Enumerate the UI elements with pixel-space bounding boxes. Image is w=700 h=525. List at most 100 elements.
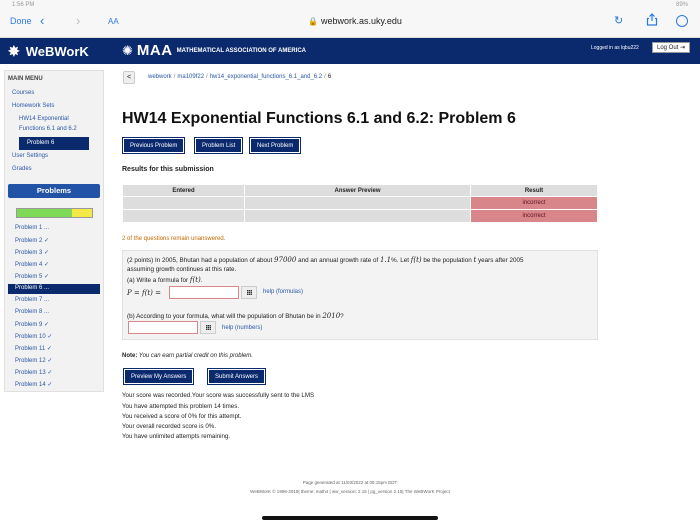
results-table: Entered Answer Preview Result incorrect … [122,184,598,223]
problem-list-item[interactable]: Problem 4 ✓ [15,261,49,268]
text-segment: . [200,277,203,284]
share-icon[interactable] [646,13,658,26]
result-cell: incorrect [470,196,598,210]
part-a-prompt: (a) Write a formula for f(t). [127,276,203,284]
page-title: HW14 Exponential Functions 6.1 and 6.2: … [122,110,516,127]
problem-list-item[interactable]: Problem 14 ✓ [15,381,52,388]
result-cell: incorrect [470,209,598,223]
logout-label: Log Out [657,45,679,51]
text-segment: years after 2005 [476,257,524,264]
note-label: Note: [122,353,138,359]
year-value: 2010 [322,312,341,320]
sidebar-item-hw14-line1[interactable]: HW14 Exponential [19,116,69,122]
footer-credits: WeBWorK © 1996-2019| theme: math4 | ww_v… [250,489,450,494]
problem-list-item[interactable]: Problem 7 ... [15,297,49,303]
breadcrumb-current: 6 [327,74,332,80]
done-button[interactable]: Done [10,16,32,26]
problem-list-active[interactable]: Problem 6 ... [8,284,100,294]
text-segment: be the population [421,257,474,264]
problem-list-item[interactable]: Problem 5 ✓ [15,273,49,280]
text-segment: %. Let [391,257,411,264]
answer-input-b[interactable] [128,321,198,334]
help-numbers-link[interactable]: help (numbers) [222,325,262,331]
back-arrow-icon[interactable]: ‹ [40,13,44,28]
maa-subtitle: MATHEMATICAL ASSOCIATION OF AMERICA [176,47,307,54]
preview-cell [244,209,471,223]
equation-editor-icon[interactable] [241,286,257,299]
progress-attempted [72,209,92,217]
text-size-button[interactable]: AA [108,17,119,26]
maa-logo[interactable]: ✺ MAA MATHEMATICAL ASSOCIATION OF AMERICA [122,42,306,59]
problem-list-item[interactable]: Problem 12 ✓ [15,357,52,364]
logout-icon: ⇥ [680,45,686,51]
problem-list-active-label: Problem 6 ... [15,285,50,291]
table-row: incorrect [122,209,598,223]
problem-list-item[interactable]: Problem 11 ✓ [15,345,52,352]
url-text: webwork.as.uky.edu [320,16,402,26]
remaining-attempts-message: You have unlimited attempts remaining. [122,433,231,440]
problem-list-item[interactable]: Problem 2 ✓ [15,237,49,244]
breadcrumb-back-button[interactable]: < [123,71,135,84]
entered-cell [122,196,245,210]
status-battery: 89% [675,2,688,8]
problems-header: Problems [8,184,100,198]
rate-value: 1.1 [380,256,392,264]
text-segment: (b) According to your formula, what will… [127,313,323,320]
problem-list-item[interactable]: Problem 3 ✓ [15,249,49,256]
entered-cell [122,209,245,223]
main-menu-title: MAIN MENU [8,76,43,82]
note-text: You can earn partial credit on this prob… [137,353,253,359]
problem-list-item[interactable]: Problem 1 ... [15,225,49,231]
equation-editor-icon[interactable] [200,321,216,334]
table-row: incorrect [122,196,598,210]
breadcrumb: webwork / ma109f22/hw14_exponential_functi… [148,74,331,80]
breadcrumb-course[interactable]: ma109f22 [177,74,204,80]
help-formulas-link[interactable]: help (formulas) [263,289,303,295]
sidebar-item-homework-sets[interactable]: Homework Sets [12,103,54,109]
logout-button[interactable]: Log Out ⇥ [652,42,691,53]
star-icon: ✸ [8,43,20,59]
function-symbol: f(t) [410,256,422,264]
problem-list-item[interactable]: Problem 8 ... [15,309,49,315]
problem-list-item[interactable]: Problem 10 ✓ [15,333,52,340]
formula-label: P = f(t) = [127,289,161,297]
results-header-row: Entered Answer Preview Result [122,184,598,197]
results-title: Results for this submission [122,166,214,173]
answer-input-a[interactable] [169,286,239,299]
forward-arrow-icon[interactable]: › [76,13,80,28]
breadcrumb-set[interactable]: hw14_exponential_functions_6.1_and_6.2 [210,74,322,80]
problem-list-item[interactable]: Problem 9 ✓ [15,321,49,328]
webwork-logo[interactable]: ✸ WeBWorK [8,43,89,60]
next-problem-button[interactable]: Next Problem [248,137,302,154]
text-segment: (2 points) In 2005, Bhutan had a populat… [127,257,275,264]
lock-icon: 🔒 [308,17,318,26]
score-message: Your score was recorded.Your score was s… [122,392,315,399]
problem-list-button[interactable]: Problem List [193,137,244,154]
footer-generated: Page generated at 11/03/2022 at 05:15pm … [302,480,398,485]
problem-text-line2: assuming growth continues at this rate. [127,266,237,273]
reload-icon[interactable]: ↻ [614,14,623,27]
preview-answers-button[interactable]: Preview My Answers [122,368,195,385]
breadcrumb-separator: / [173,74,176,80]
breadcrumb-webwork[interactable]: webwork [148,74,172,80]
formula-label-text: P = f(t) = [127,289,161,297]
breadcrumb-separator: / [206,74,208,80]
logo-text: WeBWorK [25,44,89,59]
address-bar[interactable]: 🔒 webwork.as.uky.edu [308,16,402,26]
submit-answers-button[interactable]: Submit Answers [206,368,267,385]
status-time: 1:56 PM [12,2,35,8]
text-segment: (a) Write a formula for [127,277,190,284]
sidebar-item-grades[interactable]: Grades [12,166,32,172]
unanswered-warning: 2 of the questions remain unanswered. [122,236,226,242]
sidebar-item-problem-6[interactable]: Problem 6 [19,137,89,150]
compass-icon[interactable] [676,15,688,27]
problem-list-item[interactable]: Problem 13 ✓ [15,369,52,376]
population-value: 97000 [274,256,297,264]
overall-score-message: Your overall recorded score is 0%. [122,423,217,430]
sidebar-item-hw14-line2[interactable]: Functions 6.1 and 6.2 [19,126,77,132]
logged-in-text: Logged in as lqbu222 [591,45,639,51]
home-indicator [262,516,438,520]
previous-problem-button[interactable]: Previous Problem [121,137,186,154]
sidebar-item-courses[interactable]: Courses [12,90,34,96]
sidebar-item-user-settings[interactable]: User Settings [12,153,48,159]
